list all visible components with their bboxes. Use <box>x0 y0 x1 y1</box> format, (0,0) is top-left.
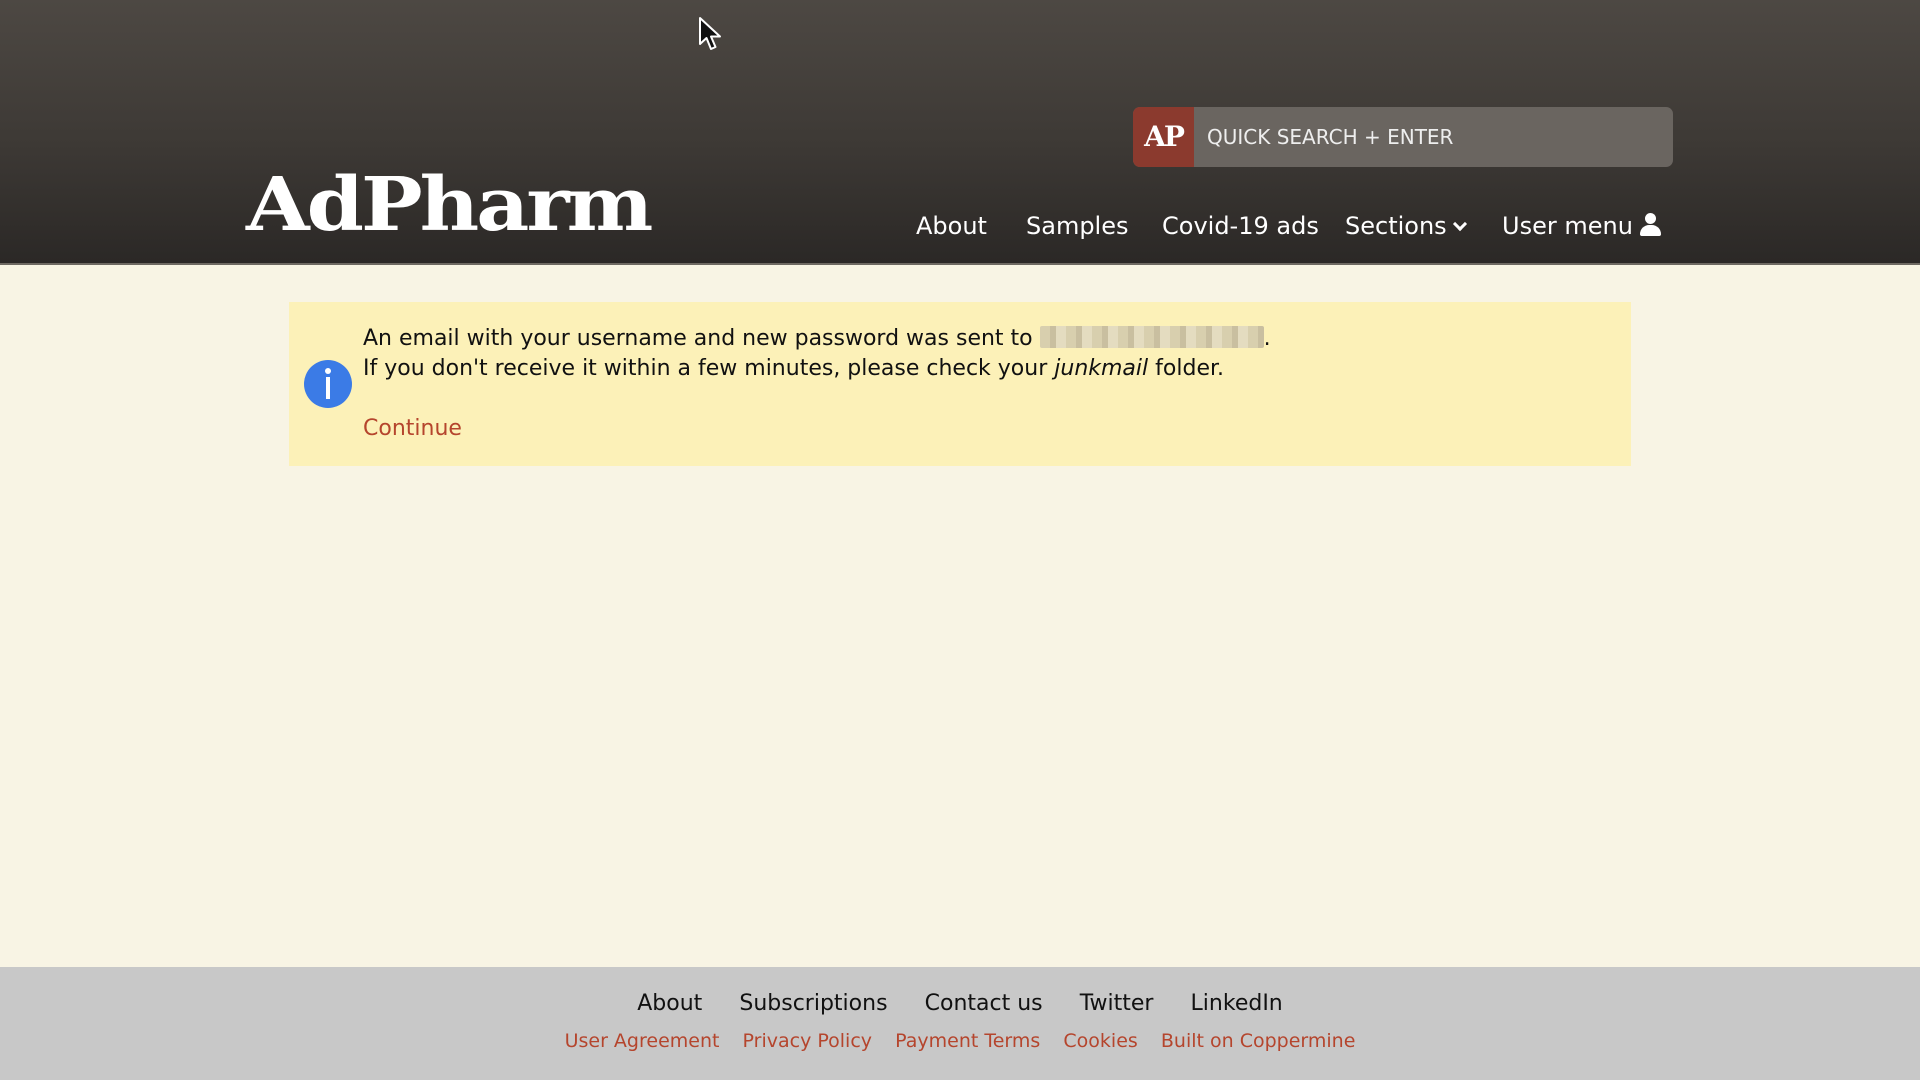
quick-search: AP <box>1133 107 1673 167</box>
footer-legal-links: User Agreement Privacy Policy Payment Te… <box>0 1028 1920 1054</box>
footer-link-cookies[interactable]: Cookies <box>1063 1028 1137 1054</box>
nav-sections-dropdown[interactable]: Sections <box>1345 206 1467 246</box>
continue-link[interactable]: Continue <box>363 414 462 444</box>
site-footer: About Subscriptions Contact us Twitter L… <box>0 967 1920 1080</box>
footer-link-privacy-policy[interactable]: Privacy Policy <box>743 1028 872 1054</box>
info-notice: An email with your username and new pass… <box>289 302 1631 466</box>
footer-link-contact-us[interactable]: Contact us <box>925 989 1043 1019</box>
nav-about[interactable]: About <box>916 206 987 246</box>
nav-user-menu-label: User menu <box>1502 212 1633 240</box>
chevron-down-icon <box>1452 216 1467 232</box>
quick-search-input[interactable] <box>1207 107 1657 167</box>
footer-link-built-on-coppermine[interactable]: Built on Coppermine <box>1161 1028 1356 1054</box>
notice-message-line-2: If you don't receive it within a few min… <box>363 354 1224 384</box>
footer-link-user-agreement[interactable]: User Agreement <box>565 1028 720 1054</box>
footer-primary-links: About Subscriptions Contact us Twitter L… <box>0 989 1920 1019</box>
footer-link-about[interactable]: About <box>637 989 702 1019</box>
notice-email-sent-text: An email with your username and new pass… <box>363 326 1033 351</box>
main-nav: About Samples Covid-19 ads Sections User… <box>0 206 1920 246</box>
notice-message-line-1: An email with your username and new pass… <box>363 324 1271 354</box>
nav-user-menu[interactable]: User menu <box>1502 206 1661 246</box>
info-icon <box>304 360 352 408</box>
redacted-email-address <box>1039 326 1264 348</box>
nav-covid-19-ads[interactable]: Covid-19 ads <box>1162 206 1319 246</box>
nav-samples[interactable]: Samples <box>1026 206 1129 246</box>
user-icon <box>1639 213 1661 237</box>
mouse-cursor-icon <box>699 17 721 50</box>
notice-junkmail-emphasis: junkmail <box>1054 356 1149 381</box>
footer-link-linkedin[interactable]: LinkedIn <box>1191 989 1283 1019</box>
search-badge-logo: AP <box>1133 107 1194 167</box>
site-header: AdPharm AP About Samples Covid-19 ads Se… <box>0 0 1920 265</box>
notice-folder-text: folder. <box>1155 356 1224 381</box>
notice-check-text: If you don't receive it within a few min… <box>363 356 1048 381</box>
nav-sections-label: Sections <box>1345 212 1447 240</box>
footer-link-subscriptions[interactable]: Subscriptions <box>739 989 887 1019</box>
footer-link-payment-terms[interactable]: Payment Terms <box>895 1028 1040 1054</box>
footer-link-twitter[interactable]: Twitter <box>1080 989 1154 1019</box>
notice-line-1-end: . <box>1263 326 1271 351</box>
